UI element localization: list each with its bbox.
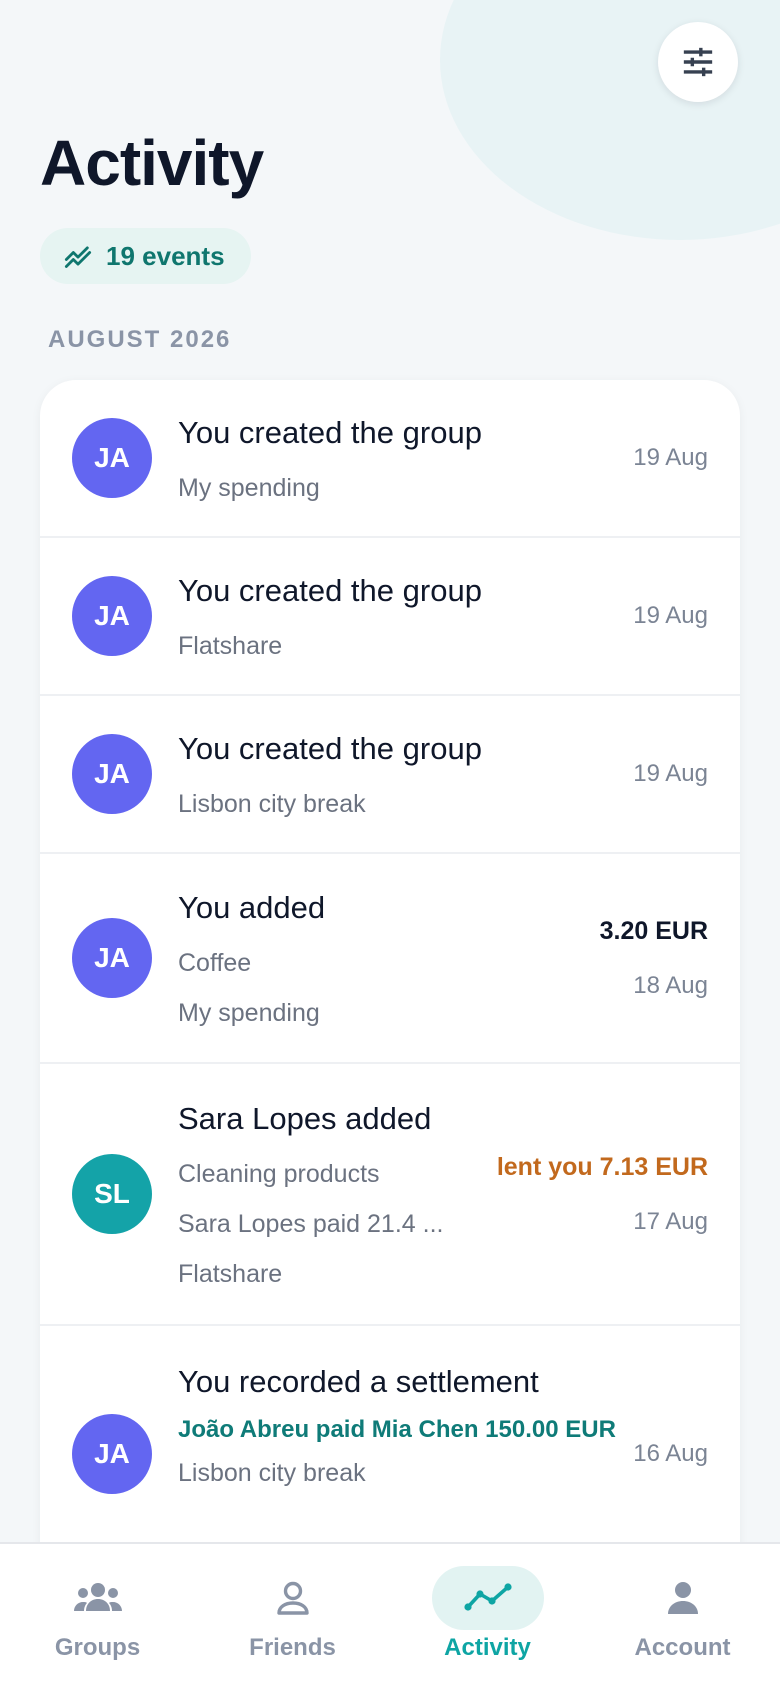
activity-title: You created the group xyxy=(178,415,482,450)
activity-list: JA You created the group My spending 19 … xyxy=(40,380,740,1688)
nav-tab-account[interactable]: Account xyxy=(585,1544,780,1688)
activity-title: Sara Lopes added xyxy=(178,1101,432,1136)
activity-item[interactable]: JA You created the group Lisbon city bre… xyxy=(40,696,740,854)
payer-info: Sara Lopes paid 21.4 ... xyxy=(178,1210,444,1238)
nav-tab-friends[interactable]: Friends xyxy=(195,1544,390,1688)
activity-group: My spending xyxy=(178,474,320,502)
expense-amount: 3.20 EUR xyxy=(599,916,708,945)
section-header-month: AUGUST 2026 xyxy=(48,326,232,353)
expense-description: Coffee xyxy=(178,949,252,977)
avatar: JA xyxy=(72,418,152,498)
activity-title: You created the group xyxy=(178,731,482,766)
activity-item[interactable]: JA You created the group My spending 19 … xyxy=(40,380,740,538)
activity-group: Flatshare xyxy=(178,632,283,660)
settlement-detail: João Abreu paid Mia Chen 150.00 EUR xyxy=(178,1416,616,1443)
expense-description: Cleaning products xyxy=(178,1160,380,1188)
activity-date: 17 Aug xyxy=(633,1207,708,1235)
sliders-icon xyxy=(683,47,713,77)
activity-date: 19 Aug xyxy=(633,602,708,629)
trending-icon xyxy=(64,246,92,268)
activity-date: 16 Aug xyxy=(633,1440,708,1467)
filter-button[interactable] xyxy=(658,22,738,102)
trend-line-icon xyxy=(463,1583,512,1611)
activity-item[interactable]: SL Sara Lopes added Cleaning products Sa… xyxy=(40,1064,740,1326)
nav-tab-groups[interactable]: Groups xyxy=(0,1544,195,1688)
activity-date: 19 Aug xyxy=(633,760,708,787)
nav-label-groups: Groups xyxy=(54,1634,141,1661)
nav-tab-activity[interactable]: Activity xyxy=(390,1544,585,1688)
account-icon xyxy=(667,1582,698,1614)
activity-date: 19 Aug xyxy=(633,444,708,471)
activity-title: You created the group xyxy=(178,573,482,608)
activity-date: 18 Aug xyxy=(633,971,708,999)
activity-item[interactable]: JA You added Coffee My spending 3.20 EUR… xyxy=(40,854,740,1064)
nav-label-activity: Activity xyxy=(444,1634,531,1661)
nav-label-friends: Friends xyxy=(249,1634,336,1661)
avatar: SL xyxy=(72,1154,152,1234)
avatar: JA xyxy=(72,734,152,814)
events-count-label: 19 events xyxy=(106,240,225,271)
avatar: JA xyxy=(72,576,152,656)
bottom-navigation: Groups Friends Activity Account xyxy=(0,1542,780,1688)
activity-title: You recorded a settlement xyxy=(178,1364,539,1399)
activity-screen: Activity 19 events AUGUST 2026 JA You cr… xyxy=(0,0,780,1688)
activity-group: Lisbon city break xyxy=(178,790,366,818)
activity-group: Flatshare xyxy=(178,1260,283,1288)
avatar: JA xyxy=(72,1414,152,1494)
activity-group: Lisbon city break xyxy=(178,1459,366,1487)
nav-label-account: Account xyxy=(634,1634,731,1661)
page-title: Activity xyxy=(40,127,264,199)
avatar: JA xyxy=(72,918,152,998)
person-icon xyxy=(276,1581,309,1615)
activity-item[interactable]: JA You created the group Flatshare 19 Au… xyxy=(40,538,740,696)
groups-icon xyxy=(73,1583,122,1611)
activity-group: My spending xyxy=(178,999,320,1027)
activity-title: You added xyxy=(178,890,326,925)
events-count-badge: 19 events xyxy=(40,228,251,284)
lent-status: lent you 7.13 EUR xyxy=(496,1152,708,1181)
